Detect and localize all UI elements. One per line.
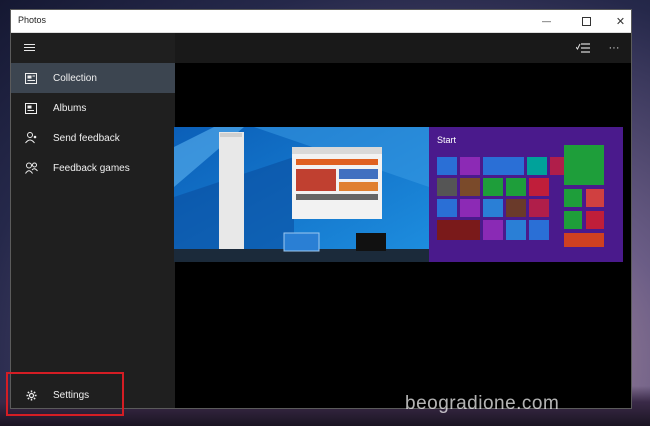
hamburger-menu-icon[interactable] xyxy=(24,44,35,53)
albums-icon xyxy=(24,102,38,114)
start-caption: Start xyxy=(437,135,457,145)
sidebar-item-feedback-games[interactable]: Feedback games xyxy=(11,153,175,183)
window-title: Photos xyxy=(18,15,47,25)
sidebar-item-collection[interactable]: Collection xyxy=(11,63,175,93)
settings-highlight-box xyxy=(6,372,124,416)
watermark: beogradione.com xyxy=(405,393,560,414)
photos-window: Photos — ✕ Collection Albums Send feedba… xyxy=(10,9,632,409)
feedback-icon xyxy=(24,132,38,144)
more-icon: ··· xyxy=(608,42,620,54)
sidebar-item-label: Send feedback xyxy=(53,132,120,144)
maximize-icon xyxy=(582,16,591,26)
select-icon[interactable] xyxy=(575,41,591,55)
people-icon xyxy=(24,162,38,174)
photo-thumbnail-windows10[interactable] xyxy=(174,127,429,262)
sidebar-item-label: Feedback games xyxy=(53,162,130,174)
sidebar-item-albums[interactable]: Albums xyxy=(11,93,175,123)
windows10-screenshot-thumbnail xyxy=(174,127,429,262)
more-options-button[interactable]: ··· xyxy=(606,41,622,55)
sidebar-item-label: Albums xyxy=(53,102,87,114)
sidebar-item-label: Collection xyxy=(53,72,97,84)
minimize-button[interactable]: — xyxy=(534,10,559,32)
title-bar: Photos — ✕ xyxy=(11,10,631,33)
navigation-pane: Collection Albums Send feedback Feedback… xyxy=(11,33,175,408)
close-button[interactable]: ✕ xyxy=(608,10,633,32)
sidebar-item-send-feedback[interactable]: Send feedback xyxy=(11,123,175,153)
command-bar: ··· xyxy=(175,33,631,63)
windows8-start-screen-thumbnail: Start xyxy=(429,127,623,262)
close-icon: ✕ xyxy=(615,15,626,28)
minimize-icon: — xyxy=(542,16,551,26)
photo-thumbnail-windows8[interactable]: Start xyxy=(429,127,623,262)
collection-icon xyxy=(24,72,38,84)
maximize-button[interactable] xyxy=(574,10,599,32)
